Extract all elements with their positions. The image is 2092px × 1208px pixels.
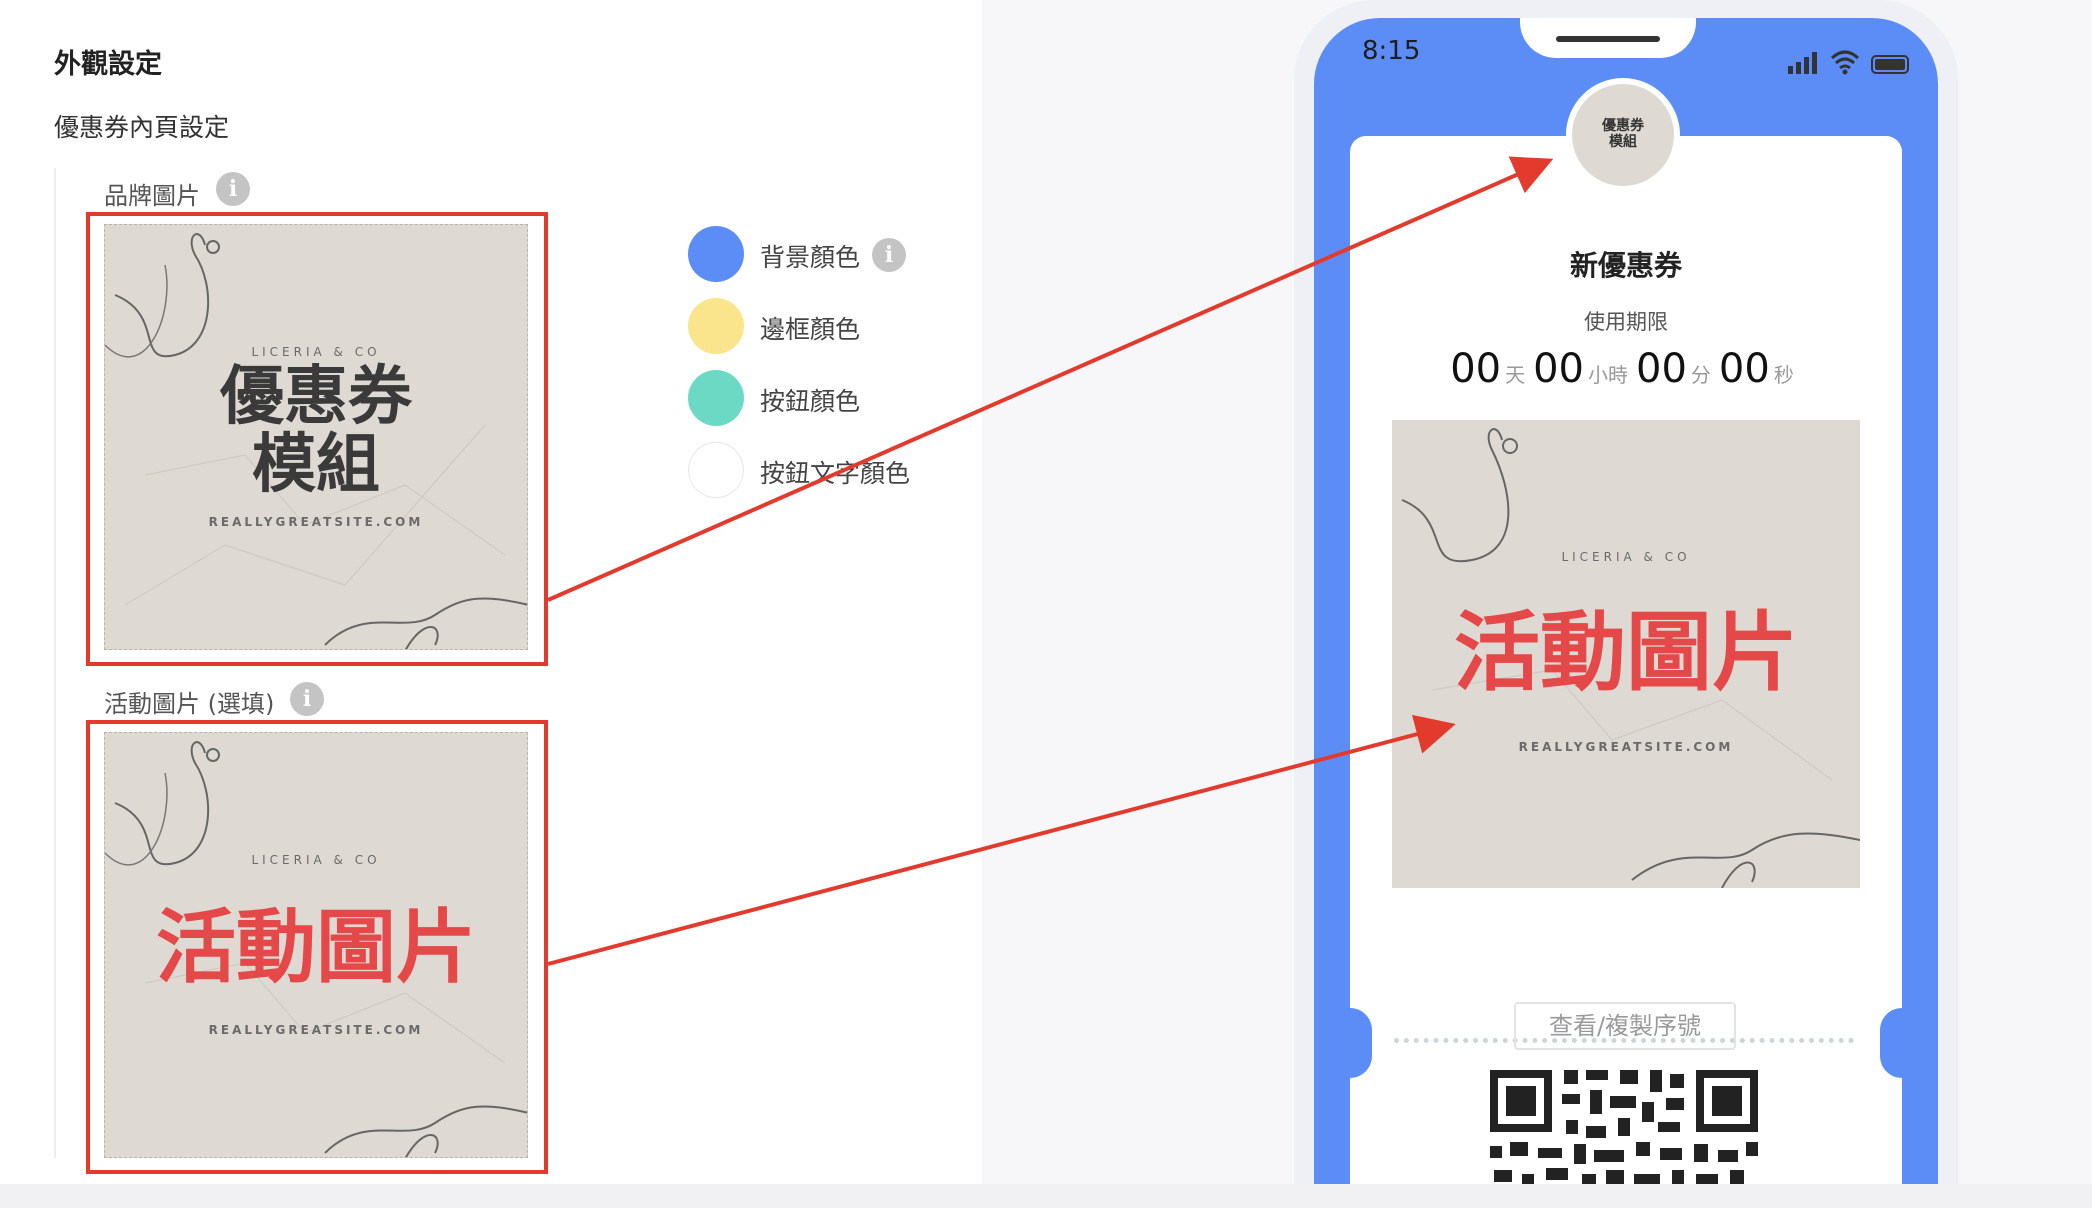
brand-arrow: [547, 156, 1554, 602]
event-arrow: [547, 714, 1456, 966]
annotation-arrows: [547, 156, 1554, 966]
